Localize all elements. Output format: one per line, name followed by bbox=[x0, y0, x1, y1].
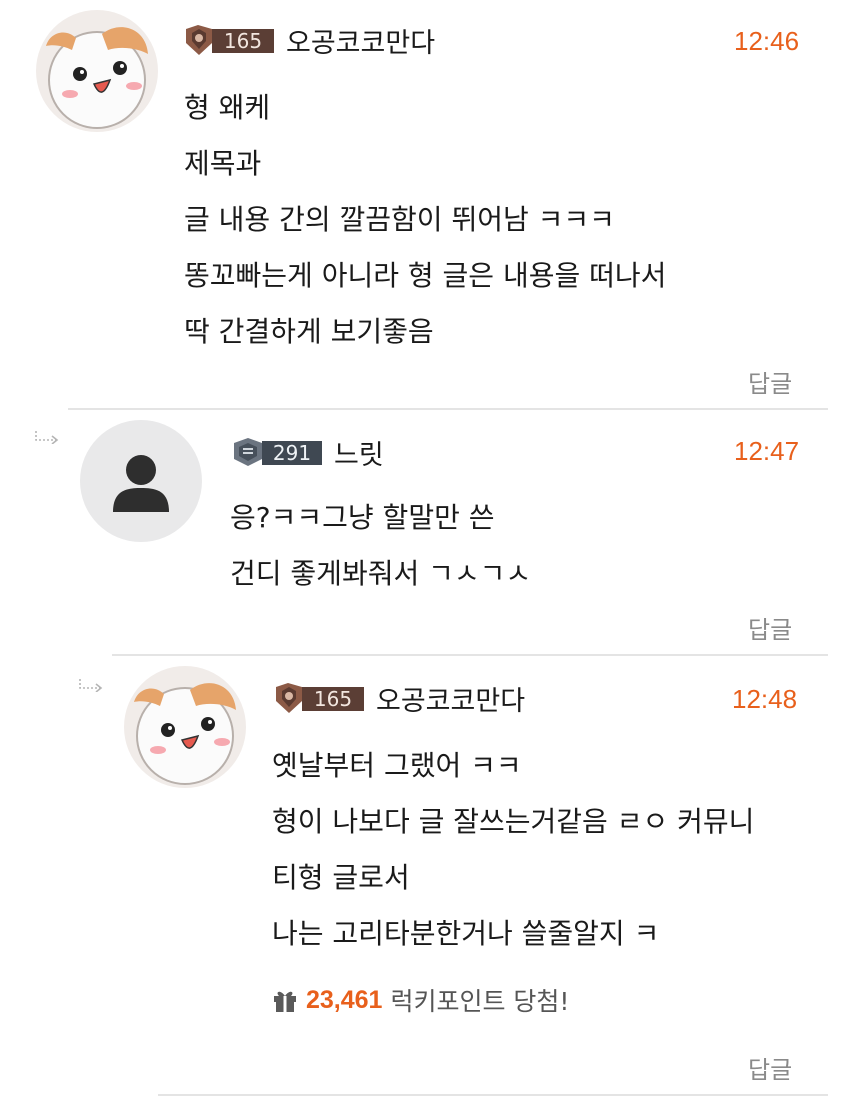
hamster-avatar-image bbox=[124, 666, 246, 788]
comment-line: 나는 고리타분한거나 쓸줄알지 ㅋ bbox=[272, 917, 660, 950]
reply-button[interactable]: 답글 bbox=[748, 1050, 792, 1085]
lucky-point-amount: 23,461 bbox=[306, 985, 383, 1014]
avatar[interactable] bbox=[36, 10, 158, 132]
comment-line: 제목과 bbox=[184, 147, 262, 180]
rank-level: 291 bbox=[273, 441, 311, 465]
lucky-point-label: 럭키포인트 당첨! bbox=[390, 987, 570, 1016]
hamster-avatar-image bbox=[36, 10, 158, 132]
comment-line: 옛날부터 그랬어 ㅋㅋ bbox=[272, 749, 522, 782]
comment-line: 딱 간결하게 보기좋음 bbox=[184, 315, 434, 348]
comment-item: 165 오공코코만다 12:46 형 왜케 제목과 글 내용 간의 깔끔함이 뛰… bbox=[0, 0, 850, 410]
comment-line: 건디 좋게봐줘서 ㄱㅅㄱㅅ bbox=[230, 557, 532, 590]
rank-badge-icon: 165 bbox=[276, 683, 364, 713]
lucky-point-notice: 23,461 럭키포인트 당첨! bbox=[272, 982, 569, 1018]
reply-comment-item: 165 오공코코만다 12:48 옛날부터 그랬어 ㅋㅋ 형이 나보다 글 잘쓰… bbox=[0, 656, 850, 1097]
gift-icon bbox=[274, 991, 296, 1012]
comment-line: 형이 나보다 글 잘쓰는거같음 ㄹㅇ 커뮤니 bbox=[272, 805, 755, 838]
comment-time: 12:48 bbox=[732, 684, 798, 714]
comment-line: 응?ㅋㅋ그냥 할말만 쓴 bbox=[230, 501, 495, 534]
comment-line: 똥꼬빠는게 아니라 형 글은 내용을 떠나서 bbox=[184, 259, 667, 292]
avatar[interactable] bbox=[124, 666, 246, 788]
comment-line: 글 내용 간의 깔끔함이 뛰어남 ㅋㅋㅋ bbox=[184, 203, 615, 236]
nickname[interactable]: 오공코코만다 bbox=[376, 679, 525, 718]
rank-badge-icon: 165 bbox=[186, 25, 274, 55]
comment-body: 형 왜케 제목과 글 내용 간의 깔끔함이 뛰어남 ㅋㅋㅋ 똥꼬빠는게 아니라 … bbox=[184, 80, 666, 360]
rank-level: 165 bbox=[224, 29, 262, 53]
comment-time: 12:47 bbox=[734, 436, 800, 466]
comment-divider bbox=[158, 1094, 828, 1096]
reply-button[interactable]: 답글 bbox=[748, 364, 792, 399]
reply-button[interactable]: 답글 bbox=[748, 610, 792, 645]
reply-arrow-icon bbox=[35, 431, 59, 444]
rank-level: 165 bbox=[314, 687, 352, 711]
nickname[interactable]: 오공코코만다 bbox=[286, 21, 435, 60]
reply-arrow-icon bbox=[79, 679, 103, 692]
avatar[interactable] bbox=[80, 420, 202, 542]
default-profile-icon bbox=[80, 420, 202, 542]
reply-comment-item: 291 느릿 12:47 응?ㅋㅋ그냥 할말만 쓴 건디 좋게봐줘서 ㄱㅅㄱㅅ … bbox=[0, 410, 850, 658]
comment-body: 옛날부터 그랬어 ㅋㅋ 형이 나보다 글 잘쓰는거같음 ㄹㅇ 커뮤니 티형 글로… bbox=[272, 738, 754, 962]
comment-line: 티형 글로서 bbox=[272, 861, 410, 894]
comment-line: 형 왜케 bbox=[184, 91, 271, 124]
rank-badge-icon: 291 bbox=[234, 438, 322, 466]
comment-body: 응?ㅋㅋ그냥 할말만 쓴 건디 좋게봐줘서 ㄱㅅㄱㅅ bbox=[230, 490, 531, 602]
nickname[interactable]: 느릿 bbox=[334, 433, 384, 472]
comment-time: 12:46 bbox=[734, 26, 800, 56]
